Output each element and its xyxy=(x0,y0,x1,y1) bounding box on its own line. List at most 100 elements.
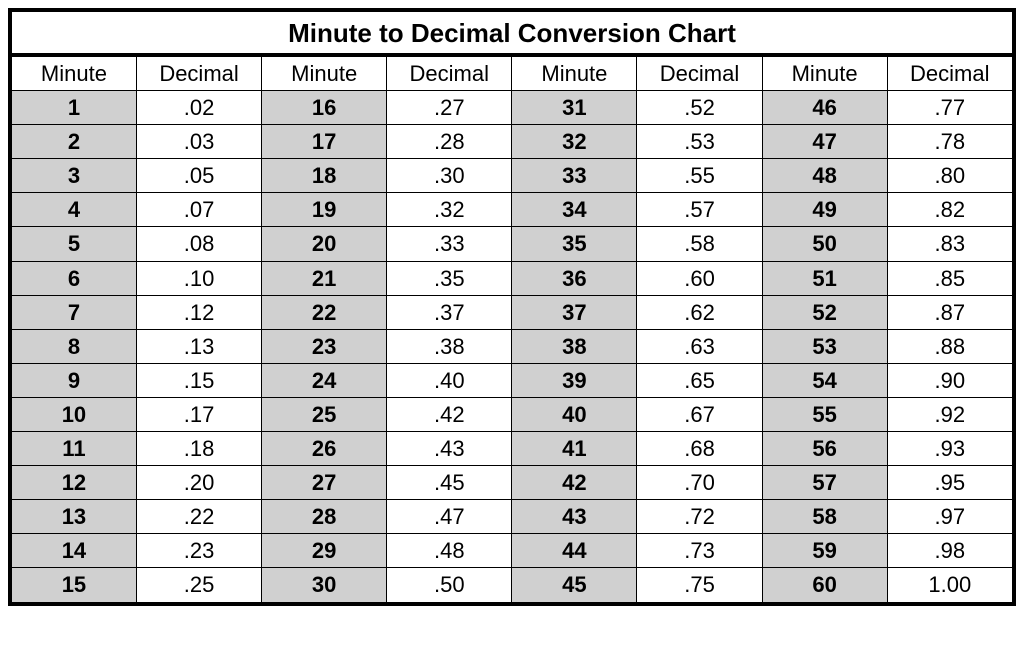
table-row: 10.1725.4240.6755.92 xyxy=(10,397,1014,431)
minute-cell: 44 xyxy=(512,534,637,568)
minute-cell: 28 xyxy=(262,500,387,534)
minute-cell: 53 xyxy=(762,329,887,363)
decimal-cell: .72 xyxy=(637,500,762,534)
decimal-cell: .48 xyxy=(387,534,512,568)
col-header-minute: Minute xyxy=(762,55,887,91)
minute-cell: 55 xyxy=(762,397,887,431)
decimal-cell: .33 xyxy=(387,227,512,261)
minute-cell: 6 xyxy=(10,261,136,295)
decimal-cell: .82 xyxy=(887,193,1014,227)
minute-cell: 42 xyxy=(512,466,637,500)
col-header-minute: Minute xyxy=(262,55,387,91)
minute-cell: 5 xyxy=(10,227,136,261)
minute-cell: 15 xyxy=(10,568,136,604)
decimal-cell: .85 xyxy=(887,261,1014,295)
minute-cell: 49 xyxy=(762,193,887,227)
minute-cell: 10 xyxy=(10,397,136,431)
decimal-cell: .63 xyxy=(637,329,762,363)
decimal-cell: .10 xyxy=(136,261,261,295)
decimal-cell: .28 xyxy=(387,125,512,159)
table-row: 1.0216.2731.5246.77 xyxy=(10,91,1014,125)
decimal-cell: .75 xyxy=(637,568,762,604)
minute-cell: 18 xyxy=(262,159,387,193)
table-row: 7.1222.3737.6252.87 xyxy=(10,295,1014,329)
minute-cell: 13 xyxy=(10,500,136,534)
decimal-cell: .38 xyxy=(387,329,512,363)
minute-cell: 41 xyxy=(512,432,637,466)
minute-cell: 12 xyxy=(10,466,136,500)
decimal-cell: .68 xyxy=(637,432,762,466)
minute-cell: 11 xyxy=(10,432,136,466)
decimal-cell: .55 xyxy=(637,159,762,193)
decimal-cell: .27 xyxy=(387,91,512,125)
minute-cell: 1 xyxy=(10,91,136,125)
minute-cell: 52 xyxy=(762,295,887,329)
decimal-cell: .18 xyxy=(136,432,261,466)
minute-cell: 60 xyxy=(762,568,887,604)
minute-cell: 8 xyxy=(10,329,136,363)
minute-cell: 17 xyxy=(262,125,387,159)
minute-cell: 14 xyxy=(10,534,136,568)
table-row: 4.0719.3234.5749.82 xyxy=(10,193,1014,227)
minute-cell: 56 xyxy=(762,432,887,466)
minute-cell: 2 xyxy=(10,125,136,159)
minute-cell: 31 xyxy=(512,91,637,125)
table-row: 12.2027.4542.7057.95 xyxy=(10,466,1014,500)
table-row: 9.1524.4039.6554.90 xyxy=(10,363,1014,397)
col-header-minute: Minute xyxy=(10,55,136,91)
minute-cell: 33 xyxy=(512,159,637,193)
table-row: 13.2228.4743.7258.97 xyxy=(10,500,1014,534)
minute-cell: 34 xyxy=(512,193,637,227)
decimal-cell: .15 xyxy=(136,363,261,397)
decimal-cell: .73 xyxy=(637,534,762,568)
decimal-cell: .03 xyxy=(136,125,261,159)
table-row: 5.0820.3335.5850.83 xyxy=(10,227,1014,261)
minute-cell: 16 xyxy=(262,91,387,125)
decimal-cell: .02 xyxy=(136,91,261,125)
decimal-cell: .78 xyxy=(887,125,1014,159)
minute-cell: 22 xyxy=(262,295,387,329)
decimal-cell: .65 xyxy=(637,363,762,397)
decimal-cell: .77 xyxy=(887,91,1014,125)
minute-cell: 39 xyxy=(512,363,637,397)
minute-cell: 59 xyxy=(762,534,887,568)
header-row: Minute Decimal Minute Decimal Minute Dec… xyxy=(10,55,1014,91)
minute-cell: 36 xyxy=(512,261,637,295)
decimal-cell: .07 xyxy=(136,193,261,227)
decimal-cell: .42 xyxy=(387,397,512,431)
decimal-cell: .43 xyxy=(387,432,512,466)
minute-cell: 58 xyxy=(762,500,887,534)
decimal-cell: .22 xyxy=(136,500,261,534)
table-row: 11.1826.4341.6856.93 xyxy=(10,432,1014,466)
decimal-cell: .52 xyxy=(637,91,762,125)
decimal-cell: .47 xyxy=(387,500,512,534)
minute-cell: 37 xyxy=(512,295,637,329)
decimal-cell: .98 xyxy=(887,534,1014,568)
minute-cell: 29 xyxy=(262,534,387,568)
table-title: Minute to Decimal Conversion Chart xyxy=(8,8,1016,53)
minute-cell: 50 xyxy=(762,227,887,261)
decimal-cell: .95 xyxy=(887,466,1014,500)
decimal-cell: .23 xyxy=(136,534,261,568)
decimal-cell: 1.00 xyxy=(887,568,1014,604)
decimal-cell: .50 xyxy=(387,568,512,604)
minute-cell: 7 xyxy=(10,295,136,329)
decimal-cell: .13 xyxy=(136,329,261,363)
col-header-decimal: Decimal xyxy=(387,55,512,91)
decimal-cell: .53 xyxy=(637,125,762,159)
minute-cell: 43 xyxy=(512,500,637,534)
decimal-cell: .25 xyxy=(136,568,261,604)
minute-cell: 25 xyxy=(262,397,387,431)
minute-cell: 46 xyxy=(762,91,887,125)
conversion-table: Minute to Decimal Conversion Chart Minut… xyxy=(8,8,1016,606)
table-row: 15.2530.5045.75601.00 xyxy=(10,568,1014,604)
minute-cell: 20 xyxy=(262,227,387,261)
decimal-cell: .45 xyxy=(387,466,512,500)
decimal-cell: .62 xyxy=(637,295,762,329)
decimal-cell: .92 xyxy=(887,397,1014,431)
decimal-cell: .57 xyxy=(637,193,762,227)
minute-cell: 51 xyxy=(762,261,887,295)
col-header-decimal: Decimal xyxy=(136,55,261,91)
minute-cell: 19 xyxy=(262,193,387,227)
minute-cell: 3 xyxy=(10,159,136,193)
